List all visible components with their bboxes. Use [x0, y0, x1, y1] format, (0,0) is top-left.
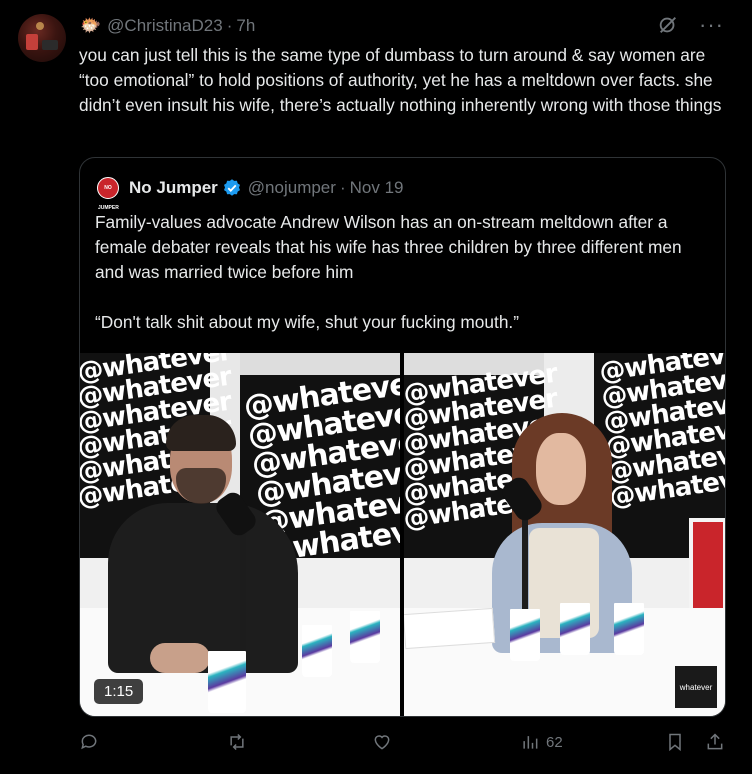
share-button[interactable] [705, 732, 725, 752]
timestamp[interactable]: 7h [236, 16, 255, 36]
bookmark-button[interactable] [665, 732, 685, 752]
quote-avatar-logo: NO JUMPER [98, 178, 119, 211]
views-button[interactable]: 62 [520, 732, 563, 752]
quoted-tweet[interactable]: NO JUMPER No Jumper @nojumper · Nov 19 F… [79, 157, 726, 717]
video-player[interactable]: @whatever @whatever @whatever @whatever … [80, 353, 725, 716]
views-count: 62 [546, 733, 563, 751]
top-actions: ··· [657, 14, 724, 36]
separator: · [226, 16, 233, 35]
repost-icon [230, 733, 244, 751]
share-icon [707, 733, 723, 750]
tweet-header: 🐡 @ChristinaD23 · 7h [80, 15, 255, 37]
author-handle[interactable]: @ChristinaD23 [107, 16, 223, 36]
quote-paragraph: “Don't talk shit about my wife, shut you… [95, 312, 519, 332]
reply-icon [81, 734, 97, 750]
bookmark-icon [669, 733, 681, 752]
video-frame-left: @whatever @whatever @whatever @whatever … [80, 353, 400, 716]
grok-icon[interactable] [657, 14, 679, 36]
verified-icon [223, 179, 240, 196]
quote-paragraph: Family-values advocate Andrew Wilson has… [95, 212, 682, 282]
quote-text: Family-values advocate Andrew Wilson has… [95, 210, 710, 335]
like-button[interactable] [372, 732, 392, 752]
quote-date[interactable]: Nov 19 [350, 178, 404, 198]
reply-button[interactable] [79, 732, 99, 752]
video-duration: 1:15 [94, 679, 144, 704]
quote-author-handle[interactable]: @nojumper [248, 178, 336, 198]
more-icon[interactable]: ··· [699, 14, 724, 36]
repost-button[interactable] [227, 732, 247, 752]
quote-author-name[interactable]: No Jumper [129, 178, 218, 198]
tweet-text: you can just tell this is the same type … [79, 45, 722, 115]
action-bar: 62 [79, 732, 731, 758]
separator: · [339, 178, 346, 197]
video-frame-right: @whatever @whatever @whatever @whatever … [404, 353, 725, 716]
avatar[interactable] [18, 14, 66, 62]
like-icon [374, 735, 390, 750]
quote-header: NO JUMPER No Jumper @nojumper · Nov 19 [95, 175, 404, 211]
views-icon [523, 736, 538, 749]
channel-logo: whatever [675, 666, 717, 708]
tweet: 🐡 @ChristinaD23 · 7h ··· you can just te… [0, 0, 752, 774]
quote-avatar[interactable]: NO JUMPER [95, 175, 121, 211]
badge-emoji-icon: 🐡 [80, 16, 102, 35]
